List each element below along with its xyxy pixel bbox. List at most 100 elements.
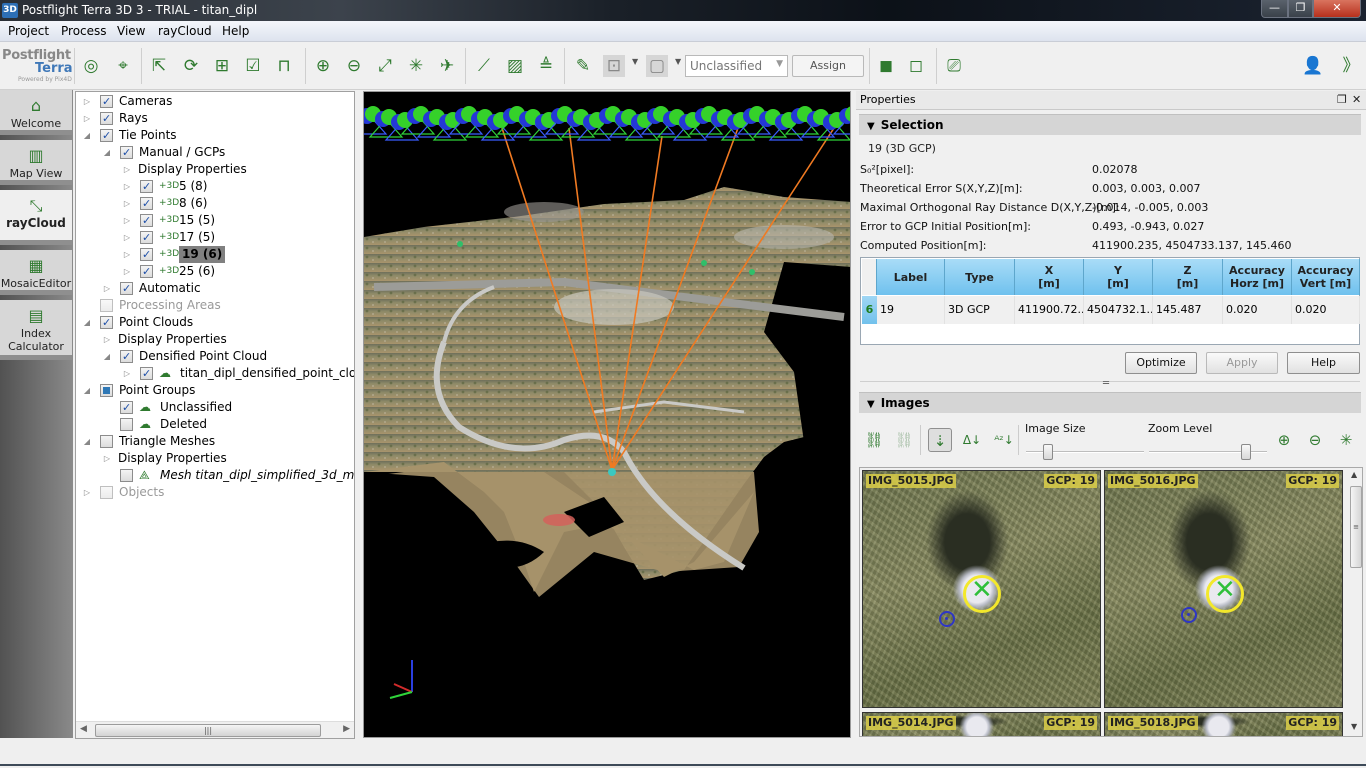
column-header[interactable]: Accuracy Vert [m]	[1292, 259, 1360, 295]
select-point-dropdown-arrow[interactable]: ▼	[632, 57, 638, 66]
sort-by-error-icon[interactable]: Δ↓	[960, 428, 984, 452]
visibility-checkbox[interactable]	[100, 314, 113, 331]
fit-view-icon[interactable]: ⤢	[374, 55, 396, 77]
menu-process[interactable]: Process	[61, 24, 107, 38]
menu-project[interactable]: Project	[8, 24, 49, 38]
rematch-icon[interactable]: ⊞	[211, 55, 233, 77]
panel-splitter[interactable]: ═	[860, 378, 1360, 389]
tree-item[interactable]: ⟁ Mesh titan_dipl_simplified_3d_mesh	[76, 467, 354, 484]
visibility-checkbox[interactable]	[140, 212, 153, 229]
tree-item[interactable]: ◢ Triangle Meshes	[76, 433, 354, 450]
expand-arrow-icon[interactable]: ▷	[82, 93, 92, 110]
collapse-arrow-icon[interactable]: ◢	[82, 382, 92, 399]
tree-item[interactable]: ▷ Display Properties	[76, 161, 354, 178]
column-header[interactable]: Z [m]	[1153, 259, 1223, 295]
collapse-arrow-icon[interactable]: ◢	[82, 433, 92, 450]
gcp-marked-position-icon[interactable]: ✕	[1206, 575, 1244, 613]
table-cell[interactable]: 4504732.1...	[1084, 296, 1153, 324]
tree-item[interactable]: ▷ Automatic	[76, 280, 354, 297]
table-cell[interactable]: 411900.72...	[1015, 296, 1084, 324]
nav-item-welcome[interactable]: ⌂ Welcome	[0, 90, 72, 135]
visibility-checkbox[interactable]	[100, 299, 113, 312]
tree-item[interactable]: ☁ Deleted	[76, 416, 354, 433]
column-header[interactable]: Accuracy Horz [m]	[1223, 259, 1292, 295]
slider-thumb[interactable]	[1043, 444, 1053, 460]
expand-arrow-icon[interactable]: ▷	[122, 212, 132, 229]
scroll-down-icon[interactable]: ▼	[1351, 722, 1357, 731]
close-button[interactable]: ✕	[1313, 0, 1361, 18]
tree-item[interactable]: ▷ +3D25 (6)	[76, 263, 354, 280]
tree-item[interactable]: ▷ +3D8 (6)	[76, 195, 354, 212]
zoom-out-icon[interactable]: ⊖	[343, 55, 365, 77]
expand-arrow-icon[interactable]: ▷	[122, 161, 132, 178]
selection-section-header[interactable]: ▼ Selection	[859, 114, 1361, 135]
collapse-panel-icon[interactable]: 》	[1340, 55, 1362, 77]
scroll-up-icon[interactable]: ▲	[1351, 470, 1357, 479]
unlink-icon[interactable]: ⛓	[892, 428, 916, 452]
sort-alphabetical-icon[interactable]: ᴬᶻ↓	[992, 428, 1016, 452]
zoom-in-icon[interactable]: ⊕	[312, 55, 334, 77]
zoom-in-icon[interactable]: ⊕	[1272, 428, 1296, 452]
open-folder-icon[interactable]: ⊓	[273, 55, 295, 77]
wire-cube-icon[interactable]: ◻	[905, 55, 927, 77]
minimize-button[interactable]: —	[1261, 0, 1288, 18]
tree-item[interactable]: ▷ +3D5 (8)	[76, 178, 354, 195]
measure-volume-icon[interactable]: ≜	[535, 55, 557, 77]
measure-area-icon[interactable]: ▨	[504, 55, 526, 77]
visibility-checkbox[interactable]	[120, 418, 133, 431]
menu-raycloud[interactable]: rayCloud	[158, 24, 212, 38]
visibility-checkbox[interactable]	[140, 178, 153, 195]
visibility-checkbox[interactable]	[140, 229, 153, 246]
visibility-checkbox[interactable]	[120, 399, 133, 416]
check-file-icon[interactable]: ☑	[242, 55, 264, 77]
column-header[interactable]: X [m]	[1015, 259, 1084, 295]
measure-line-icon[interactable]: ⟋	[473, 55, 495, 77]
column-header[interactable]: Label	[877, 259, 945, 295]
visibility-checkbox[interactable]	[120, 469, 133, 482]
visibility-checkbox[interactable]	[140, 195, 153, 212]
image-thumbnail[interactable]: IMG_5018.JPG GCP: 19	[1104, 712, 1343, 736]
tree-horizontal-scrollbar[interactable]: ◀ ||| ▶	[76, 721, 354, 738]
close-panel-icon[interactable]: ✕	[1352, 93, 1361, 106]
select-area-dropdown-arrow[interactable]: ▼	[675, 57, 681, 66]
fit-icon[interactable]: ✳	[1334, 428, 1358, 452]
image-thumbnail[interactable]: IMG_5014.JPG GCP: 19	[862, 712, 1101, 736]
optimize-button[interactable]: Optimize	[1125, 352, 1197, 374]
visibility-checkbox[interactable]	[100, 110, 113, 127]
fly-icon[interactable]: ✈	[436, 55, 458, 77]
visibility-checkbox[interactable]	[100, 384, 113, 397]
select-area-icon[interactable]: ▢	[646, 55, 668, 77]
expand-arrow-icon[interactable]: ▷	[102, 450, 112, 467]
tree-item[interactable]: ▷ +3D17 (5)	[76, 229, 354, 246]
sort-by-distance-icon[interactable]: ⇣	[928, 428, 952, 452]
visibility-checkbox[interactable]	[140, 365, 153, 382]
table-row-header[interactable]: 6	[862, 296, 877, 324]
tree-item[interactable]: ▷ +3D19 (6)	[76, 246, 354, 263]
column-header[interactable]: Y [m]	[1084, 259, 1153, 295]
slider-thumb[interactable]	[1241, 444, 1251, 460]
tree-item[interactable]: ◢ Tie Points	[76, 127, 354, 144]
image-thumbnail[interactable]: IMG_5016.JPG GCP: 19 ✕	[1104, 470, 1343, 708]
maximize-button[interactable]: ❐	[1288, 0, 1313, 18]
raycloud-3d-view[interactable]	[363, 91, 851, 738]
expand-arrow-icon[interactable]: ▷	[102, 331, 112, 348]
column-header[interactable]: Type	[945, 259, 1015, 295]
expand-arrow-icon[interactable]: ▷	[82, 484, 92, 501]
nav-item-index-calculator[interactable]: ▤ Index Calculator	[0, 300, 72, 360]
tree-item[interactable]: ☁ Unclassified	[76, 399, 354, 416]
tree-item[interactable]: ▷ Display Properties	[76, 331, 354, 348]
tree-item[interactable]: ◢ Point Groups	[76, 382, 354, 399]
tree-item[interactable]: Processing Areas	[76, 297, 354, 314]
images-section-header[interactable]: ▼ Images	[859, 392, 1361, 413]
expand-arrow-icon[interactable]: ▷	[102, 280, 112, 297]
tree-item[interactable]: ▷ Objects	[76, 484, 354, 501]
tree-item[interactable]: ▷ ☁ titan_dipl_densified_point_cloud	[76, 365, 354, 382]
apply-button[interactable]: Apply	[1206, 352, 1278, 374]
tree-item[interactable]: ◢ Manual / GCPs	[76, 144, 354, 161]
visibility-checkbox[interactable]	[120, 280, 133, 297]
link-icon[interactable]: ⛓	[862, 428, 886, 452]
solid-cube-icon[interactable]: ◼	[875, 55, 897, 77]
tree-item[interactable]: ▷ Rays	[76, 110, 354, 127]
expand-arrow-icon[interactable]: ▷	[122, 246, 132, 263]
expand-arrow-icon[interactable]: ▷	[122, 229, 132, 246]
